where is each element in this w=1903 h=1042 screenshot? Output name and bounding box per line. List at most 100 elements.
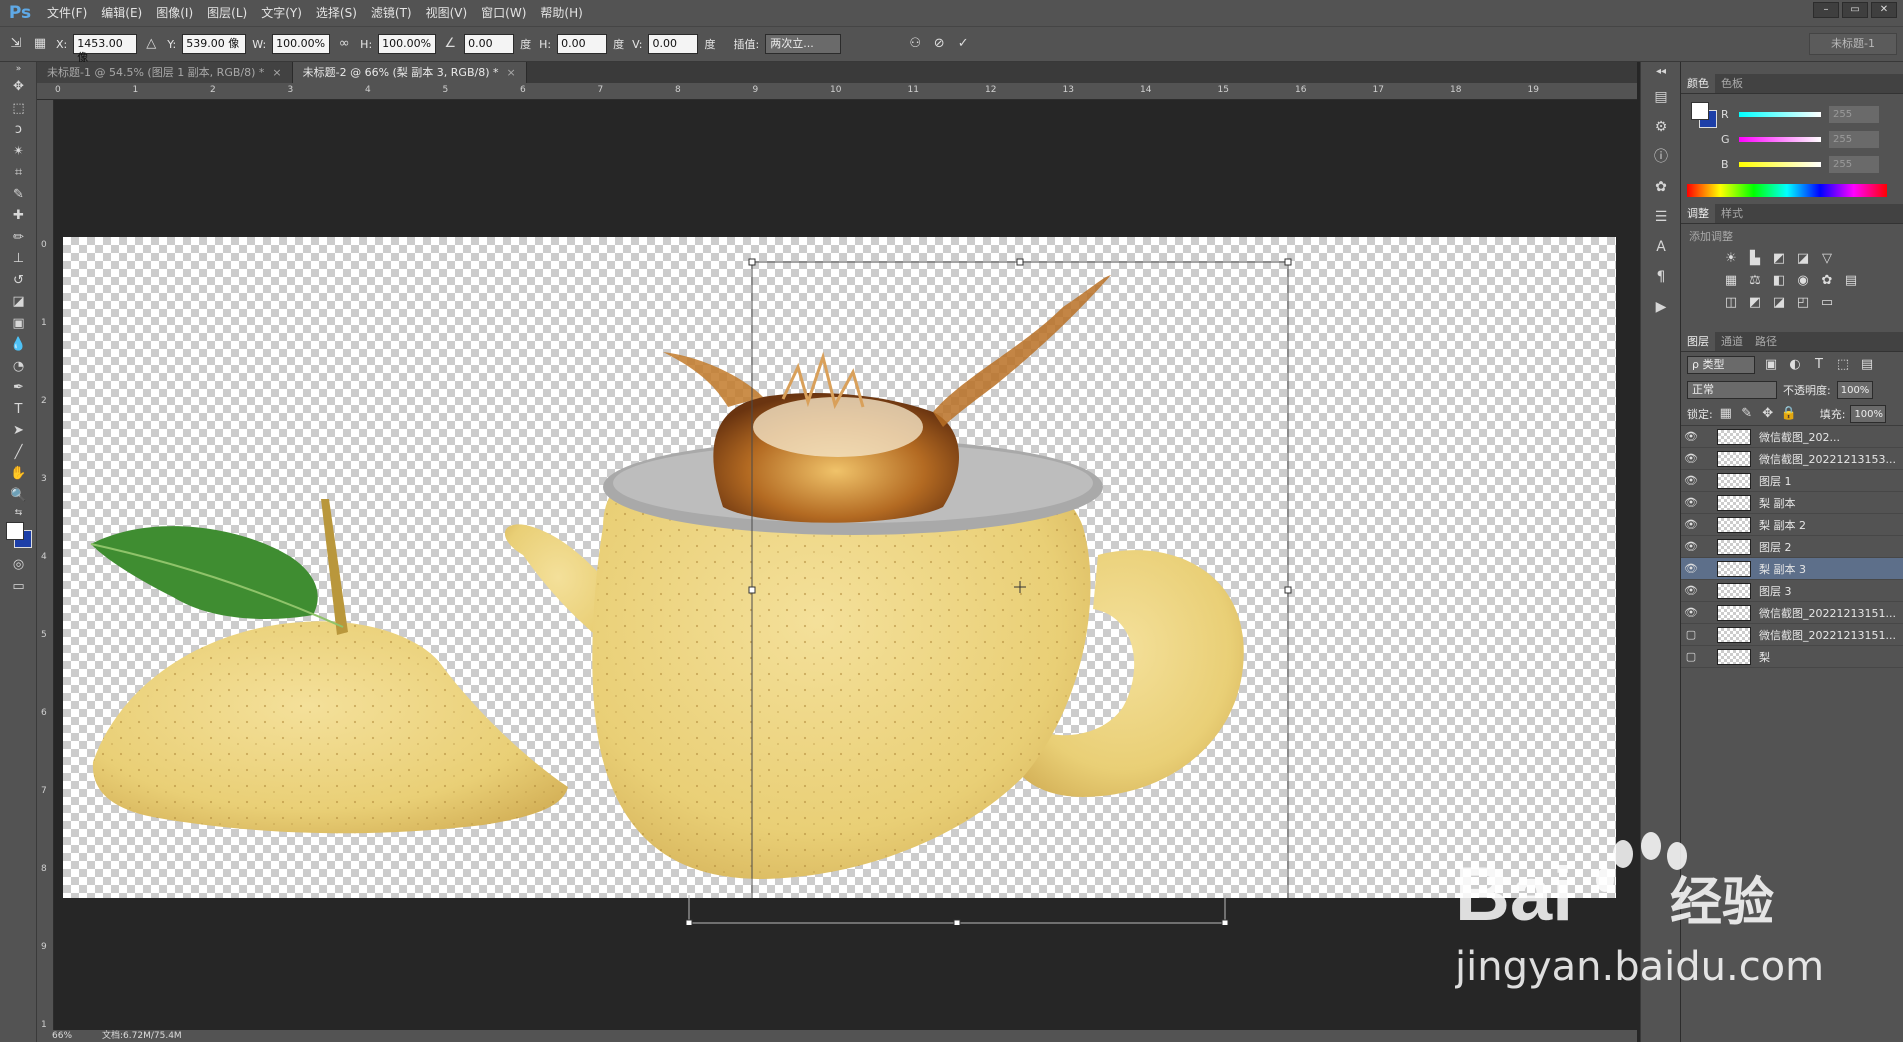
- layer-row[interactable]: 👁 微信截图_20221213153...: [1681, 448, 1903, 470]
- commit-transform-icon[interactable]: ✓: [953, 34, 973, 54]
- vibrance-icon[interactable]: ▽: [1815, 248, 1839, 270]
- quick-mask-icon[interactable]: ◎: [0, 554, 37, 576]
- visibility-eye-icon[interactable]: 👁: [1681, 518, 1701, 531]
- layer-row[interactable]: ▢ 微信截图_20221213151...: [1681, 624, 1903, 646]
- transform-handle[interactable]: [1016, 258, 1024, 266]
- visibility-eye-icon[interactable]: 👁: [1681, 562, 1701, 575]
- opacity-input[interactable]: 100%: [1836, 381, 1873, 399]
- b-value-input[interactable]: 255: [1829, 155, 1879, 173]
- zoom-level[interactable]: 66%: [52, 1030, 72, 1042]
- adjustments-icon[interactable]: ☰: [1641, 202, 1681, 232]
- document-size[interactable]: 文档:6.72M/75.4M: [102, 1030, 182, 1042]
- vskew-input[interactable]: 0.00: [648, 34, 699, 54]
- transform-handle[interactable]: [953, 919, 961, 925]
- threshold-icon[interactable]: ◪: [1767, 292, 1791, 314]
- path-selection-tool-icon[interactable]: ➤: [0, 420, 37, 442]
- tab-adjustments[interactable]: 调整: [1681, 204, 1715, 223]
- menu-layer[interactable]: 图层(L): [200, 0, 254, 26]
- properties-icon[interactable]: ⚙: [1641, 112, 1681, 142]
- tab-close-icon[interactable]: ×: [272, 66, 281, 79]
- foreground-color-swatch[interactable]: [6, 522, 24, 540]
- eyedropper-tool-icon[interactable]: ✎: [0, 184, 37, 206]
- line-tool-icon[interactable]: ╱: [0, 442, 37, 464]
- r-value-input[interactable]: 255: [1829, 105, 1879, 123]
- fill-input[interactable]: 100%: [1850, 404, 1887, 423]
- layer-row[interactable]: 👁 图层 3: [1681, 580, 1903, 602]
- visibility-eye-icon[interactable]: 👁: [1681, 540, 1701, 553]
- reference-point-icon[interactable]: ▦: [30, 34, 50, 54]
- brush-tool-icon[interactable]: ✏: [0, 227, 37, 249]
- layer-row[interactable]: 👁 梨 副本: [1681, 492, 1903, 514]
- layer-filter-select[interactable]: ρ 类型: [1687, 356, 1755, 374]
- y-input[interactable]: 539.00 像: [182, 34, 247, 54]
- menu-help[interactable]: 帮助(H): [533, 0, 589, 26]
- blend-mode-select[interactable]: 正常: [1687, 381, 1777, 399]
- magic-wand-tool-icon[interactable]: ✴: [0, 141, 37, 163]
- visibility-eye-icon[interactable]: 👁: [1681, 430, 1701, 443]
- document-canvas[interactable]: [63, 237, 1616, 898]
- pen-tool-icon[interactable]: ✒: [0, 377, 37, 399]
- zoom-tool-icon[interactable]: 🔍: [0, 485, 37, 507]
- hand-tool-icon[interactable]: ✋: [0, 463, 37, 485]
- lock-transparency-icon[interactable]: ▦: [1718, 403, 1734, 425]
- exposure-icon[interactable]: ◪: [1791, 248, 1815, 270]
- filter-pixel-icon[interactable]: ▣: [1763, 354, 1779, 376]
- visibility-toggle-empty[interactable]: ▢: [1681, 628, 1701, 641]
- brush-preset-icon[interactable]: ✿: [1641, 172, 1681, 202]
- eraser-tool-icon[interactable]: ◪: [0, 291, 37, 313]
- lock-position-icon[interactable]: ✥: [1760, 403, 1776, 425]
- angle-input[interactable]: 0.00: [464, 34, 515, 54]
- filter-adjustment-icon[interactable]: ◐: [1787, 354, 1803, 376]
- g-slider[interactable]: [1739, 136, 1821, 142]
- visibility-eye-icon[interactable]: 👁: [1681, 474, 1701, 487]
- curves-icon[interactable]: ◩: [1767, 248, 1791, 270]
- history-icon[interactable]: ▤: [1641, 82, 1681, 112]
- restore-button[interactable]: ▭: [1842, 2, 1868, 18]
- visibility-toggle-empty[interactable]: ▢: [1681, 650, 1701, 663]
- move-tool-preset-icon[interactable]: ⇲: [6, 34, 26, 54]
- menu-view[interactable]: 视图(V): [419, 0, 475, 26]
- r-slider[interactable]: [1739, 111, 1821, 117]
- clone-stamp-tool-icon[interactable]: ⊥: [0, 248, 37, 270]
- transform-handle[interactable]: [1284, 258, 1292, 266]
- history-brush-tool-icon[interactable]: ↺: [0, 270, 37, 292]
- filter-shape-icon[interactable]: ⬚: [1835, 354, 1851, 376]
- layer-row[interactable]: 👁 微信截图_20221213151...: [1681, 602, 1903, 624]
- visibility-eye-icon[interactable]: 👁: [1681, 606, 1701, 619]
- paragraph-icon[interactable]: ¶: [1641, 262, 1681, 292]
- tab-document-1[interactable]: 未标题-1 @ 54.5% (图层 1 副本, RGB/8) * ×: [37, 62, 293, 83]
- transform-handle[interactable]: [748, 258, 756, 266]
- visibility-eye-icon[interactable]: 👁: [1681, 452, 1701, 465]
- filter-type-icon[interactable]: T: [1811, 354, 1827, 376]
- transform-handle[interactable]: [1284, 586, 1292, 594]
- lock-image-icon[interactable]: ✎: [1739, 403, 1755, 425]
- layer-row[interactable]: ▢ 梨: [1681, 646, 1903, 668]
- menu-image[interactable]: 图像(I): [149, 0, 200, 26]
- healing-brush-tool-icon[interactable]: ✚: [0, 205, 37, 227]
- black-white-icon[interactable]: ◧: [1767, 270, 1791, 292]
- color-balance-icon[interactable]: ⚖: [1743, 270, 1767, 292]
- move-tool-icon[interactable]: ✥: [0, 76, 37, 98]
- color-lookup-icon[interactable]: ▤: [1839, 270, 1863, 292]
- brightness-icon[interactable]: ☀: [1719, 248, 1743, 270]
- dodge-tool-icon[interactable]: ◔: [0, 356, 37, 378]
- layer-row[interactable]: 👁 图层 1: [1681, 470, 1903, 492]
- minimize-button[interactable]: –: [1813, 2, 1839, 18]
- posterize-icon[interactable]: ◩: [1743, 292, 1767, 314]
- height-input[interactable]: 100.00%: [378, 34, 437, 54]
- gradient-map-icon[interactable]: ◰: [1791, 292, 1815, 314]
- tab-swatches[interactable]: 色板: [1715, 74, 1749, 93]
- tab-layers[interactable]: 图层: [1681, 332, 1715, 351]
- tab-channels[interactable]: 通道: [1715, 332, 1749, 351]
- lock-all-icon[interactable]: 🔒: [1781, 403, 1797, 425]
- tab-close-icon[interactable]: ×: [507, 66, 516, 79]
- visibility-eye-icon[interactable]: 👁: [1681, 584, 1701, 597]
- menu-select[interactable]: 选择(S): [309, 0, 364, 26]
- screen-mode-icon[interactable]: ▭: [0, 576, 37, 598]
- delta-icon[interactable]: △: [141, 34, 161, 54]
- interpolation-select[interactable]: 两次立...: [765, 34, 842, 54]
- b-slider[interactable]: [1739, 161, 1821, 167]
- color-spectrum-bar[interactable]: [1687, 184, 1887, 197]
- layer-row[interactable]: 👁 图层 2: [1681, 536, 1903, 558]
- transform-handle[interactable]: [1221, 919, 1229, 925]
